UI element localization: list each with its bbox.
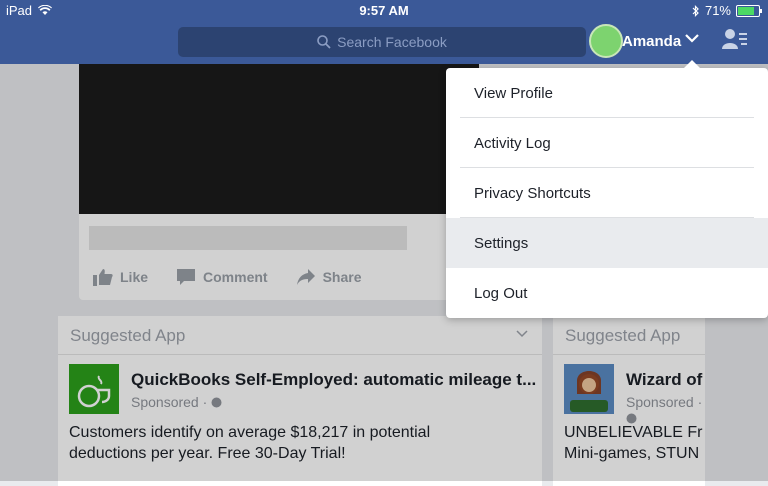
battery-icon (736, 4, 762, 17)
chevron-down-icon[interactable] (685, 33, 699, 43)
account-menu: View Profile Activity Log Privacy Shortc… (446, 60, 768, 318)
avatar[interactable] (589, 24, 623, 58)
menu-item-privacy-shortcuts[interactable]: Privacy Shortcuts (446, 168, 768, 218)
search-placeholder: Search Facebook (337, 34, 447, 50)
status-bar: iPad 9:57 AM 71% (0, 0, 768, 22)
status-time: 9:57 AM (359, 3, 409, 18)
search-input[interactable]: Search Facebook (178, 27, 586, 57)
bluetooth-icon (692, 4, 699, 17)
menu-item-activity-log[interactable]: Activity Log (446, 118, 768, 168)
top-bar: iPad 9:57 AM 71% Search Facebook Amanda (0, 0, 768, 64)
menu-item-view-profile[interactable]: View Profile (446, 68, 768, 118)
menu-item-settings[interactable]: Settings (446, 218, 768, 268)
battery-percent: 71% (704, 3, 731, 18)
friend-requests-icon[interactable] (722, 28, 748, 50)
search-icon (317, 35, 331, 49)
menu-item-log-out[interactable]: Log Out (446, 268, 768, 318)
user-name[interactable]: Amanda (622, 33, 681, 50)
